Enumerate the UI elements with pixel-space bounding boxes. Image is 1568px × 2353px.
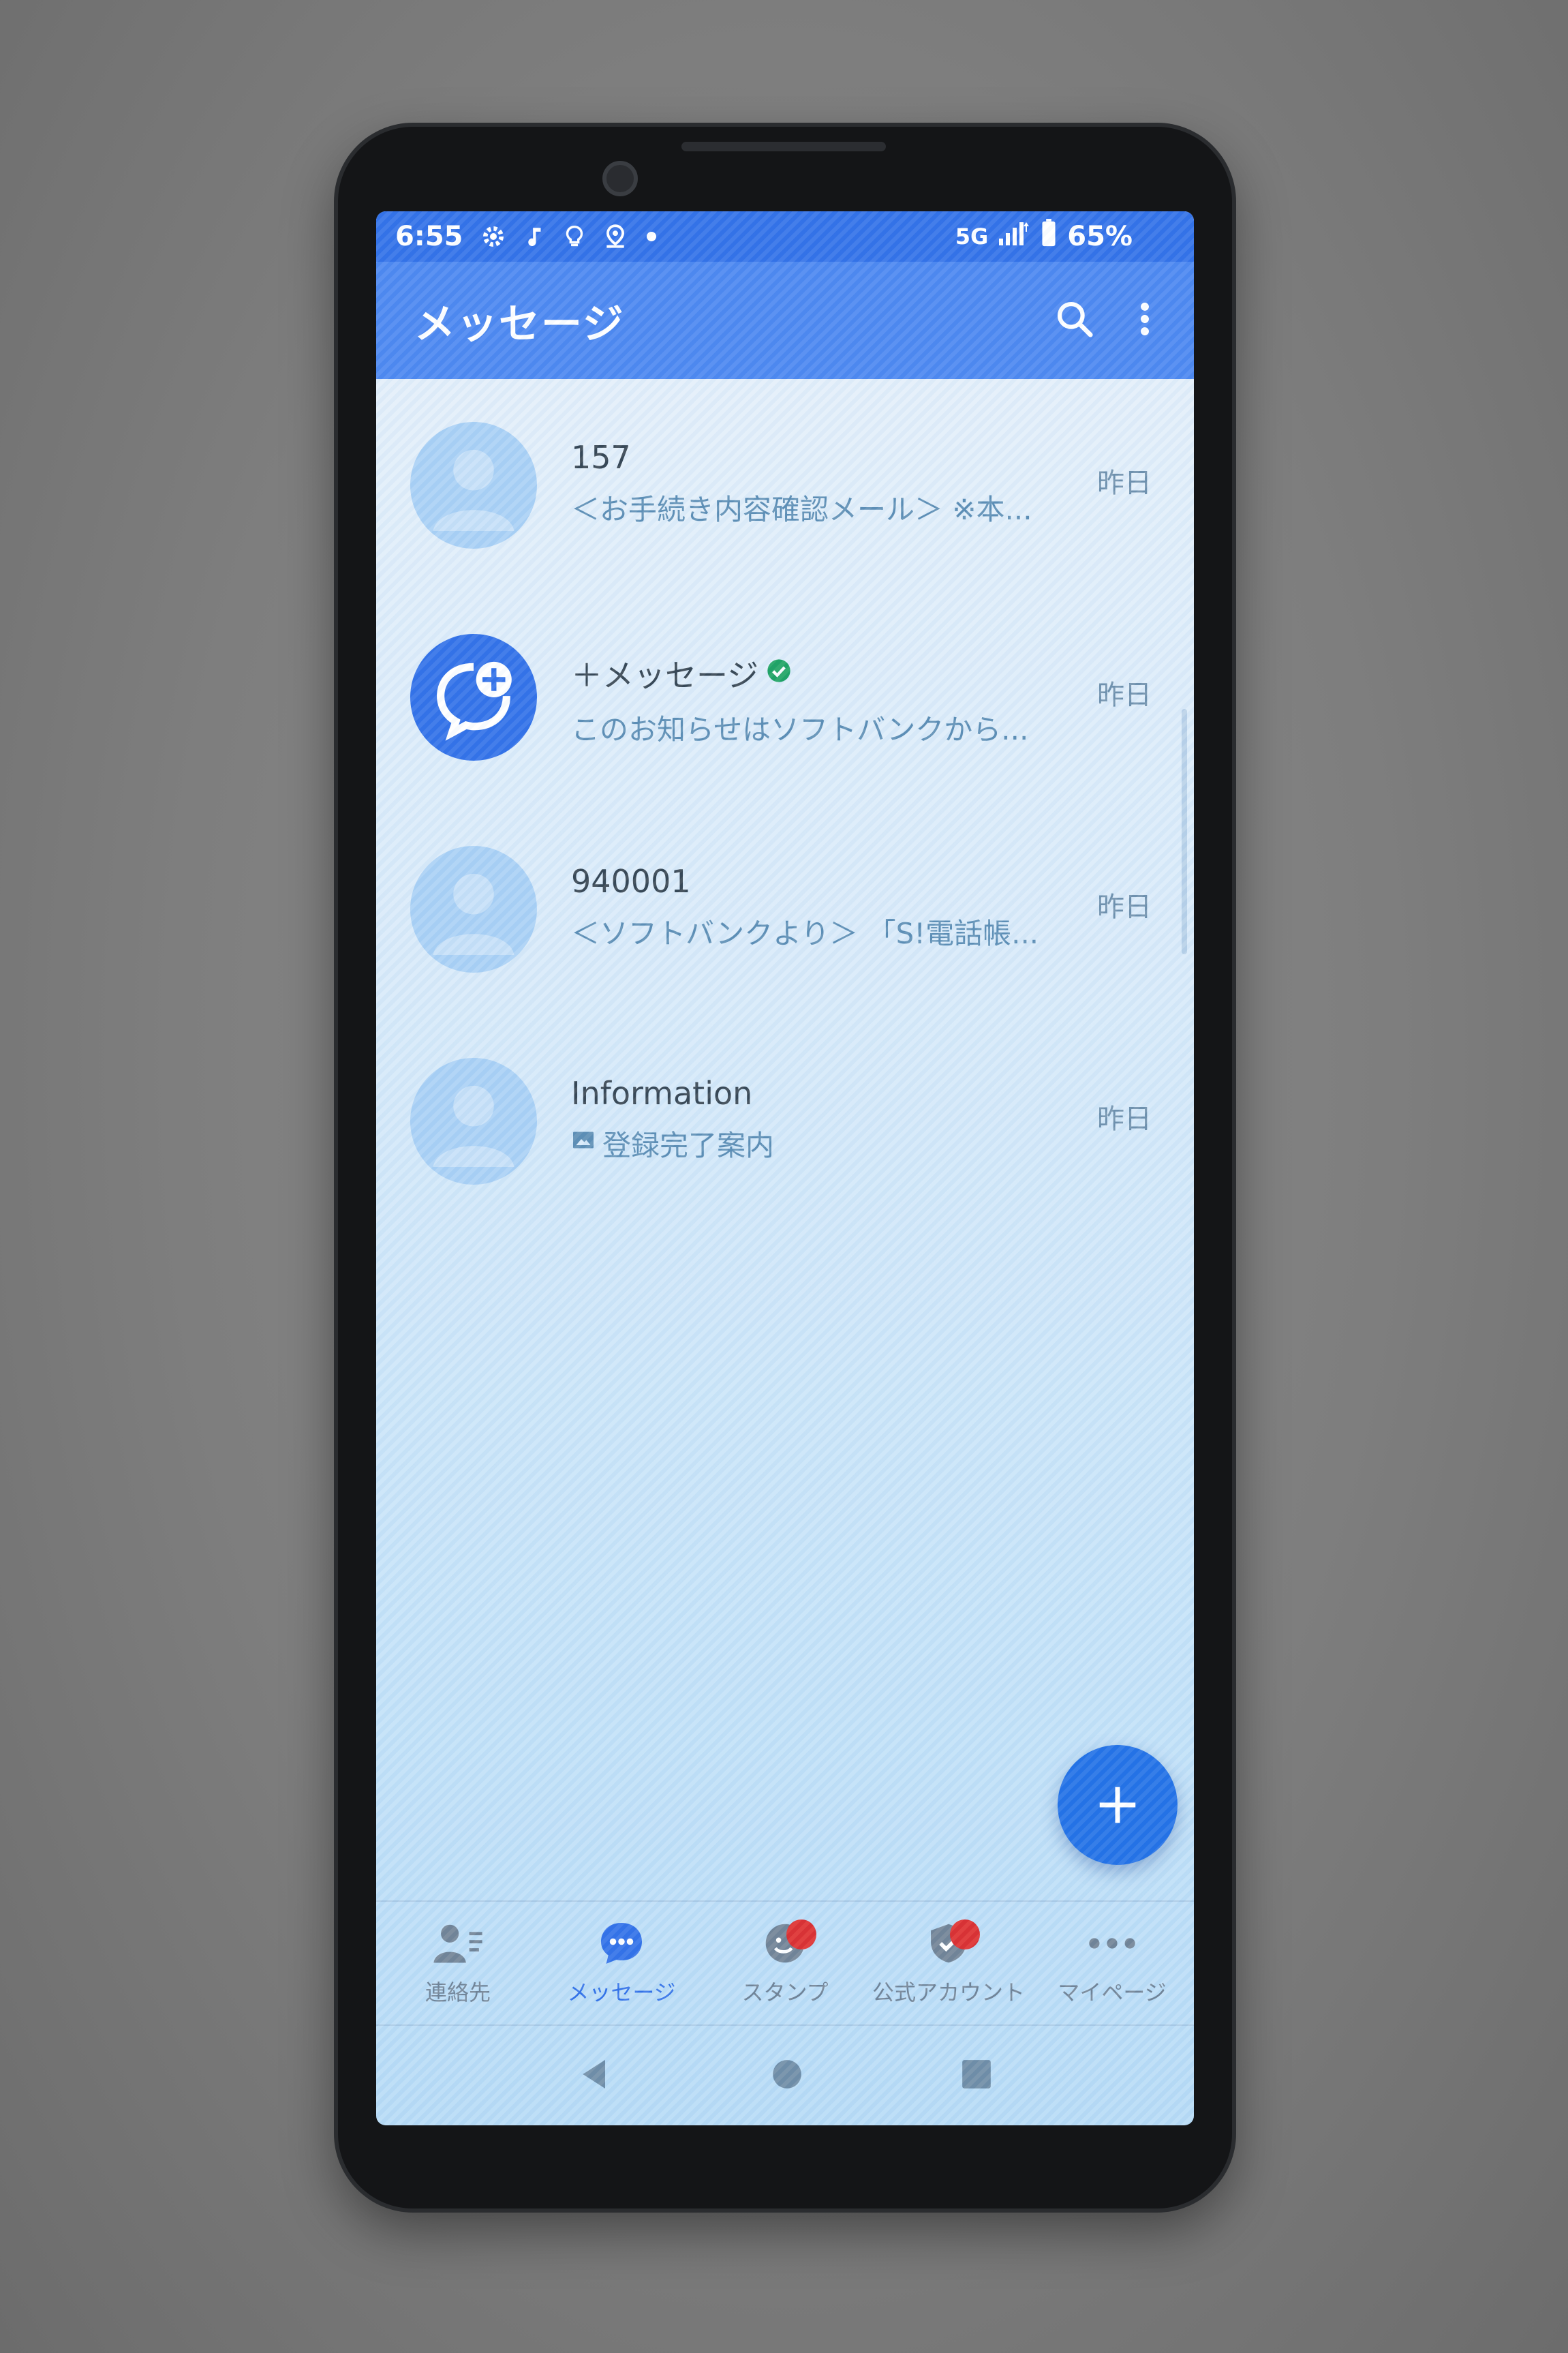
contacts-icon	[432, 1919, 484, 1967]
signal-strength-icon	[998, 219, 1030, 254]
conversation-preview: このお知らせはソフトバンクから...	[571, 713, 1029, 746]
nav-label: 連絡先	[425, 1979, 491, 2005]
contact-avatar	[410, 845, 537, 973]
person-icon	[433, 873, 514, 955]
lightbulb-icon	[563, 223, 586, 250]
conversation-texts: 157 ＜お手続き内容確認メール＞ ※本...	[571, 439, 1048, 528]
network-type: 5G	[955, 224, 989, 249]
plus-message-logo-icon	[422, 646, 525, 748]
battery-percentage: 65%	[1067, 221, 1133, 252]
location-person-icon	[602, 223, 628, 250]
status-right-group: 5G 65%	[955, 219, 1133, 254]
nav-label: マイページ	[1058, 1979, 1167, 2005]
conversation-preview: ＜ソフトバンクより＞ 「S!電話帳...	[571, 917, 1039, 950]
nav-my-page[interactable]: マイページ	[1030, 1902, 1194, 2024]
app-bar: メッセージ	[376, 262, 1194, 379]
new-badge-dot	[950, 1919, 980, 1949]
official-account-icon	[923, 1919, 980, 1967]
status-bar: 6:55 5G 65%	[376, 211, 1194, 262]
nav-stamps[interactable]: スタンプ	[703, 1902, 867, 2024]
nav-official-accounts[interactable]: 公式アカウント	[867, 1902, 1030, 2024]
conversation-row[interactable]: 157 ＜お手続き内容確認メール＞ ※本... 昨日	[376, 379, 1194, 591]
notification-dot-icon	[645, 223, 658, 250]
conversation-name-text: Information	[571, 1075, 753, 1112]
bottom-navigation: 連絡先 メッセージ スタンプ 公式アカウント マイページ	[376, 1900, 1194, 2024]
app-bar-actions	[1054, 298, 1153, 343]
conversation-row[interactable]: ＋メッセージ このお知らせはソフトバンクから... 昨日	[376, 591, 1194, 803]
conversation-name-text: 157	[571, 439, 631, 476]
plus-icon	[1099, 1787, 1136, 1823]
conversation-preview-text: 登録完了案内	[602, 1129, 775, 1162]
conversation-preview: ＜お手続き内容確認メール＞ ※本...	[571, 493, 1032, 526]
person-icon	[433, 1085, 514, 1167]
nav-label: 公式アカウント	[872, 1979, 1025, 2005]
nav-label: メッセージ	[567, 1979, 676, 2005]
page-title: メッセージ	[414, 300, 625, 348]
conversation-name-text: 940001	[571, 863, 691, 900]
conversation-row[interactable]: 940001 ＜ソフトバンクより＞ 「S!電話帳... 昨日	[376, 803, 1194, 1015]
conversation-texts: Information 登録完了案内	[571, 1075, 1048, 1164]
person-icon	[433, 449, 514, 531]
conversation-row[interactable]: Information 登録完了案内 昨日	[376, 1015, 1194, 1227]
conversation-name: 157	[571, 439, 1048, 476]
front-camera	[602, 161, 638, 196]
message-icon	[596, 1919, 647, 1967]
conversation-list: 157 ＜お手続き内容確認メール＞ ※本... 昨日 ＋メッセージ このお知らせ…	[376, 379, 1194, 1227]
battery-icon	[1040, 219, 1058, 254]
new-message-button[interactable]	[1058, 1745, 1178, 1865]
status-time: 6:55	[395, 221, 463, 252]
conversation-preview: 登録完了案内	[571, 1123, 1048, 1164]
conversation-date: 昨日	[1097, 680, 1152, 711]
phone-screen: 6:55 5G 65% メッセージ 157 ＜お手続き内容確認メール＞ ※本..…	[376, 211, 1194, 2125]
conversation-name: ＋メッセージ	[571, 651, 1048, 696]
home-icon[interactable]	[770, 2057, 804, 2094]
nav-messages[interactable]: メッセージ	[540, 1902, 703, 2024]
conversation-name-text: ＋メッセージ	[571, 657, 759, 694]
back-icon[interactable]	[577, 2055, 615, 2096]
plus-message-avatar	[410, 633, 537, 761]
verified-check-icon	[765, 655, 793, 692]
earpiece-speaker	[681, 142, 886, 151]
stamp-icon	[759, 1919, 816, 1967]
overflow-menu-icon[interactable]	[1137, 298, 1153, 343]
conversation-date: 昨日	[1097, 468, 1152, 499]
contact-avatar	[410, 1057, 537, 1185]
nav-label: スタンプ	[741, 1979, 829, 2005]
conversation-name: Information	[571, 1075, 1048, 1112]
system-navigation-bar	[376, 2024, 1194, 2125]
recents-icon[interactable]	[959, 2057, 994, 2094]
conversation-texts: 940001 ＜ソフトバンクより＞ 「S!電話帳...	[571, 863, 1048, 952]
contact-avatar	[410, 421, 537, 549]
settings-gear-icon	[480, 223, 507, 250]
more-icon	[1086, 1919, 1138, 1967]
image-icon	[571, 1127, 596, 1160]
nav-contacts[interactable]: 連絡先	[376, 1902, 540, 2024]
conversation-texts: ＋メッセージ このお知らせはソフトバンクから...	[571, 651, 1048, 748]
conversation-date: 昨日	[1097, 1104, 1152, 1135]
conversation-name: 940001	[571, 863, 1048, 900]
search-icon[interactable]	[1054, 298, 1096, 343]
new-badge-dot	[786, 1919, 816, 1949]
conversation-date: 昨日	[1097, 892, 1152, 923]
list-scrollbar[interactable]	[1182, 709, 1187, 954]
music-note-icon	[523, 223, 547, 250]
